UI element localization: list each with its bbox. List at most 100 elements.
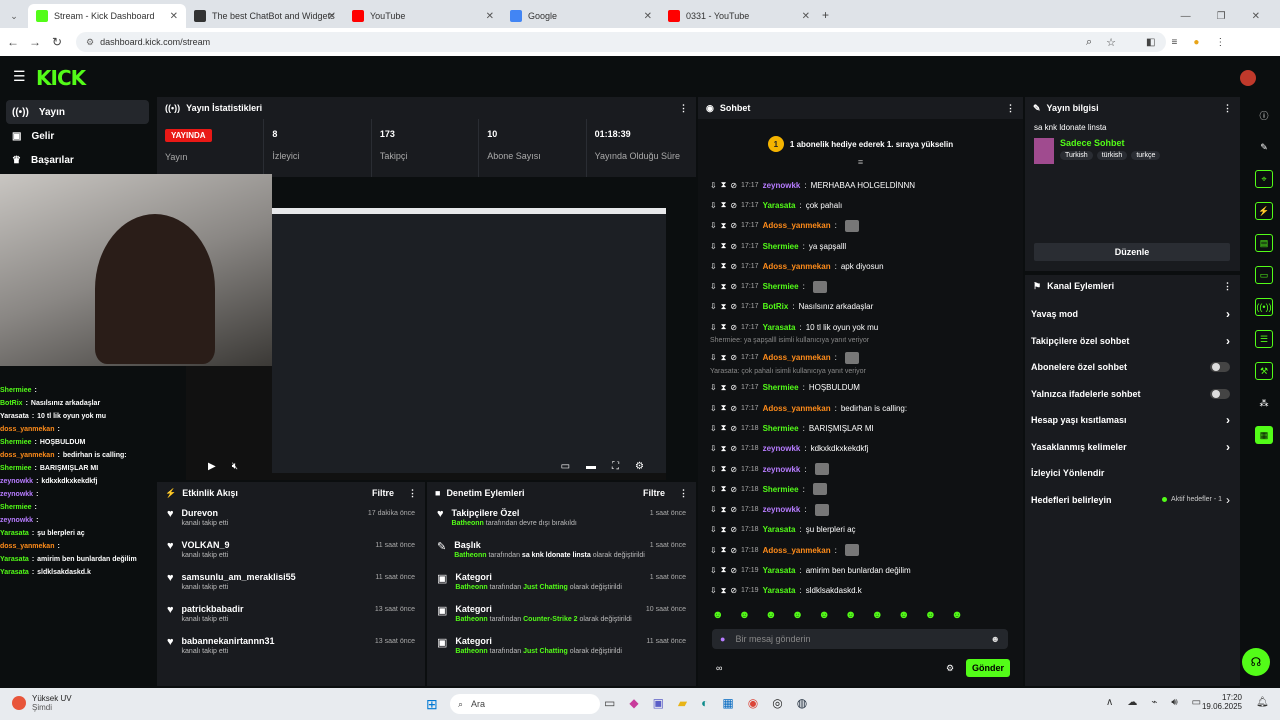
pin-message-icon[interactable]: ⇩ [710,525,717,534]
forward-icon[interactable]: → [26,35,44,49]
emoji-picker-icon[interactable]: ☻ [991,634,1000,644]
restore-icon[interactable]: ❐ [1217,11,1226,22]
lightning-icon[interactable]: ⚡ [1255,202,1273,220]
timeout-icon[interactable]: ⧗ [721,353,727,363]
ban-icon[interactable]: ⊘ [730,181,737,190]
info-circle-icon[interactable]: ⓘ [1255,106,1273,124]
ban-icon[interactable]: ⊘ [730,525,737,534]
chat-tools-icon[interactable]: ∞ [716,663,722,673]
chat-message[interactable]: ⇩ ⧗ ⊘ 17:17 Yarasata: çok pahalı [698,195,1023,215]
menu-icon[interactable]: ⋮ [1215,37,1225,48]
pin-message-icon[interactable]: ⇩ [710,181,717,190]
emote-shortcut-icon[interactable]: ☻ [712,609,724,621]
pin-message-icon[interactable]: ⇩ [710,221,717,230]
chat-message[interactable]: ⇩ ⧗ ⊘ 17:18 zeynowkk: [698,499,1023,519]
timeout-icon[interactable]: ⧗ [721,484,727,494]
fullscreen-icon[interactable]: ⛶ [612,461,619,472]
emote-shortcut-icon[interactable]: ☻ [845,609,857,621]
layout-icon[interactable]: ▦ [1255,426,1273,444]
tab-close-icon[interactable]: ✕ [486,11,494,22]
hamburger-menu-icon[interactable]: ☰ [13,68,26,85]
channel-action-row[interactable]: Yasaklanmış kelimeler › [1025,434,1240,461]
pin-message-icon[interactable]: ⇩ [710,282,717,291]
moderation-filter-button[interactable]: Filtre [643,488,665,499]
ban-icon[interactable]: ⊘ [730,353,737,362]
kick-logo[interactable]: KICK [36,66,86,90]
chat-message[interactable]: ⇩ ⧗ ⊘ 17:17 Adoss_yanmekan: bedirhan is calli… [698,398,1023,418]
file-explorer-icon[interactable]: ▰ [678,696,687,710]
pin-message-icon[interactable]: ⇩ [710,444,717,453]
stream-tag[interactable]: türkish [1096,151,1128,160]
pin-message-icon[interactable]: ⇩ [710,424,717,433]
emote-shortcut-icon[interactable]: ☻ [871,609,883,621]
actions-menu-icon[interactable]: ⋮ [1223,281,1232,292]
chat-message[interactable]: ⇩ ⧗ ⊘ 17:17 zeynowkk: MERHABAA HOLGELDİNNN [698,175,1023,195]
timeout-icon[interactable]: ⧗ [721,180,727,190]
tab-close-icon[interactable]: ✕ [802,11,810,22]
tab-2[interactable]: YouTube ✕ [344,4,502,28]
edit-button[interactable]: Düzenle [1034,243,1230,261]
layers-icon[interactable]: ☰ [1255,330,1273,348]
timeout-icon[interactable]: ⧗ [721,383,727,393]
moderation-menu-icon[interactable]: ⋮ [679,488,688,499]
ban-icon[interactable]: ⊘ [730,262,737,271]
timeout-icon[interactable]: ⧗ [721,302,727,312]
taskbar-search[interactable]: ⌕ Ara [450,694,600,714]
chat-message[interactable]: ⇩ ⧗ ⊘ 17:18 Adoss_yanmekan: [698,540,1023,560]
timeout-icon[interactable]: ⧗ [721,423,727,433]
timeout-icon[interactable]: ⧗ [721,221,727,231]
timeout-icon[interactable]: ⧗ [721,282,727,292]
ban-icon[interactable]: ⊘ [730,485,737,494]
store-icon[interactable]: ▦ [722,696,733,710]
timeout-icon[interactable]: ⧗ [721,322,727,332]
stream-tag[interactable]: turkçe [1131,151,1161,160]
timeout-icon[interactable]: ⧗ [721,261,727,271]
emote-shortcut-icon[interactable]: ☻ [792,609,804,621]
pencil-icon[interactable]: ✎ [1255,138,1273,156]
user-avatar[interactable] [1240,70,1256,86]
zoom-icon[interactable]: ⌕ [1086,36,1092,49]
ban-icon[interactable]: ⊘ [730,444,737,453]
teams-icon[interactable]: ▣ [653,696,664,710]
ban-icon[interactable]: ⊘ [730,566,737,575]
ban-icon[interactable]: ⊘ [730,383,737,392]
ban-icon[interactable]: ⊘ [730,242,737,251]
timeout-icon[interactable]: ⧗ [721,403,727,413]
settings-gear-icon[interactable]: ⚙ [635,461,644,472]
activity-row[interactable]: ♥ samsunlu_am_meraklisi55 kanalı takip ett… [157,568,425,600]
channel-action-row[interactable]: İzleyici Yönlendir [1025,460,1240,487]
chat-message[interactable]: ⇩ ⧗ ⊘ 17:17 Shermiee: ya şapşalll [698,236,1023,256]
chat-message[interactable]: ⇩ ⧗ ⊘ 17:18 Shermiee: BARIŞMIŞLAR MI [698,418,1023,438]
chrome-icon[interactable]: ◉ [748,696,758,710]
ban-icon[interactable]: ⊘ [730,424,737,433]
profile-icon[interactable]: ● [1193,37,1199,48]
tab-close-icon[interactable]: ✕ [328,11,336,22]
channel-action-row[interactable]: Hesap yaşı kısıtlaması › [1025,407,1240,434]
tray-chevron-icon[interactable]: ∧ [1106,697,1113,708]
play-icon[interactable]: ▶ [208,461,216,472]
steam-icon[interactable]: ◍ [797,696,807,710]
stream-tag[interactable]: Turkish [1060,151,1093,160]
chat-message[interactable]: ⇩ ⧗ ⊘ 17:17 Adoss_yanmekan: apk diyosun [698,256,1023,276]
channel-action-row[interactable]: Hedefleri belirleyin Aktif hedefler - 1 › [1025,487,1240,514]
activity-row[interactable]: ♥ Durevon kanalı takip etti 17 dakika önce [157,504,425,536]
chat-message[interactable]: ⇩ ⧗ ⊘ 17:18 Yarasata: şu blerpleri aç [698,520,1023,540]
ban-icon[interactable]: ⊘ [730,505,737,514]
toggle-switch[interactable] [1210,388,1230,399]
chat-message[interactable]: ⇩ ⧗ ⊘ 17:19 Yarasata: amirim ben bunlardan de… [698,560,1023,580]
pin-message-icon[interactable]: ⇩ [710,586,717,595]
activity-filter-button[interactable]: Filtre [372,488,394,499]
theater-icon[interactable]: ▬ [586,461,596,472]
ban-icon[interactable]: ⊘ [730,586,737,595]
timeout-icon[interactable]: ⧗ [721,505,727,515]
timeout-icon[interactable]: ⧗ [721,545,727,555]
chat-message[interactable]: ⇩ ⧗ ⊘ 17:19 Yarasata: sldklsakdaskd.k [698,581,1023,601]
new-tab-icon[interactable]: + [822,8,829,22]
ban-icon[interactable]: ⊘ [730,282,737,291]
extensions-icon[interactable]: ◧ [1146,37,1155,48]
tab-4[interactable]: 0331 - YouTube ✕ [660,4,818,28]
ban-icon[interactable]: ⊘ [730,546,737,555]
pin-message-icon[interactable]: ⇩ [710,242,717,251]
ban-icon[interactable]: ⊘ [730,323,737,332]
chat-bubble-icon[interactable]: ▭ [1255,266,1273,284]
